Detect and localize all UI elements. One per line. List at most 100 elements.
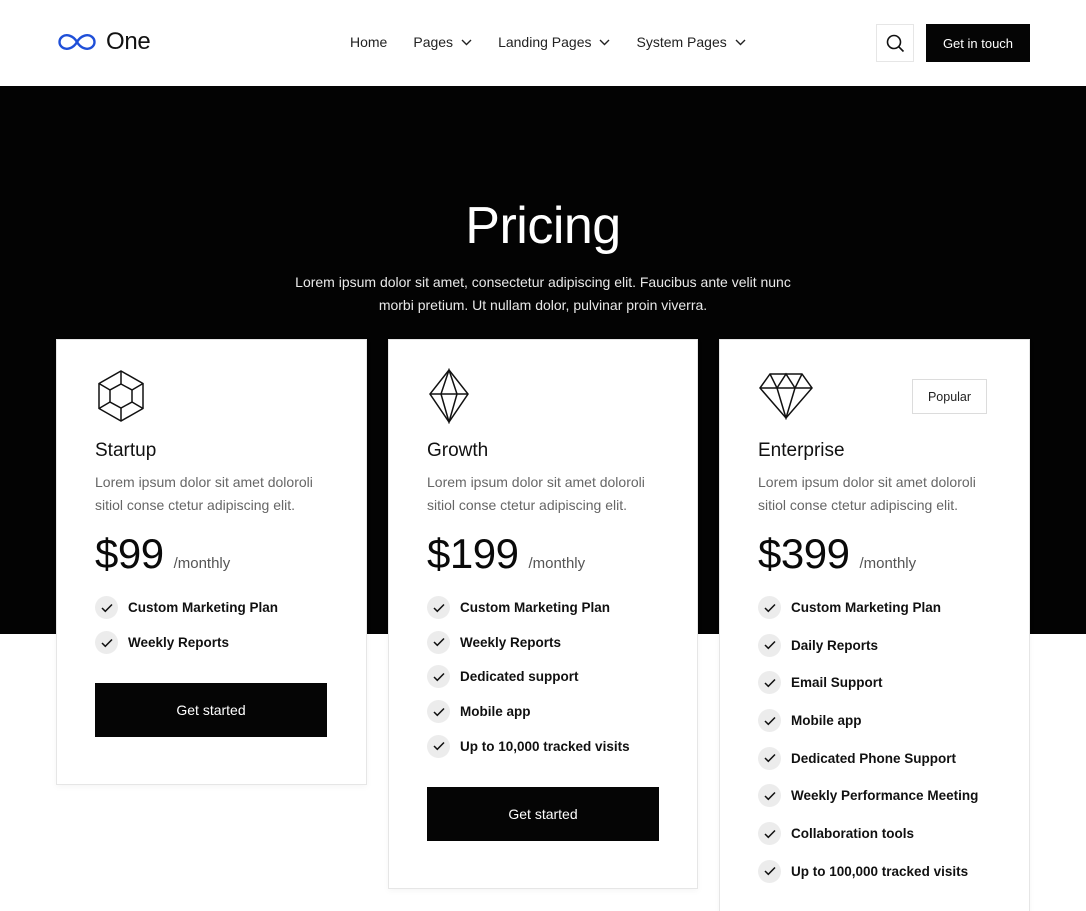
plan-description: Lorem ipsum dolor sit amet doloroli siti… (427, 471, 667, 517)
feature-label: Email Support (791, 675, 883, 691)
plan-description: Lorem ipsum dolor sit amet doloroli siti… (95, 471, 335, 517)
plan-description-line: Lorem ipsum dolor sit amet doloroli (427, 474, 645, 490)
plan-name: Startup (95, 440, 157, 461)
logo[interactable]: One (56, 28, 151, 56)
nav-item-label: Home (350, 34, 388, 50)
feature-item: Mobile app (758, 709, 978, 733)
crystal-icon (427, 367, 475, 429)
plan-description-line: Lorem ipsum dolor sit amet doloroli (758, 474, 976, 490)
feature-list: Custom Marketing Plan Daily Reports Emai… (758, 596, 978, 883)
main-nav: Home Pages Landing Pages System Pages (350, 34, 772, 50)
check-icon (758, 784, 781, 808)
price-row: $99 /monthly (95, 530, 230, 578)
feature-item: Dedicated support (427, 665, 630, 689)
nav-item-label: System Pages (636, 34, 727, 50)
diamond-icon (758, 372, 814, 425)
get-started-button[interactable]: Get started (95, 683, 327, 737)
feature-item: Custom Marketing Plan (427, 596, 630, 619)
nav-item-home[interactable]: Home (350, 34, 387, 50)
chevron-down-icon (599, 39, 610, 45)
pricing-card-enterprise: Popular Enterprise Lorem ipsum dolor sit… (719, 339, 1030, 911)
hero-subtitle-line: morbi pretium. Ut nullam dolor, pulvinar… (378, 296, 708, 313)
check-icon (758, 709, 781, 733)
infinity-logo-icon (58, 34, 96, 50)
plan-period: /monthly (173, 555, 231, 572)
feature-list: Custom Marketing Plan Weekly Reports Ded… (427, 596, 630, 758)
nav-item-system-pages[interactable]: System Pages (636, 34, 746, 50)
feature-item: Up to 10,000 tracked visits (427, 734, 630, 758)
plan-period: /monthly (528, 555, 586, 572)
search-icon (886, 34, 904, 52)
feature-item: Dedicated Phone Support (758, 746, 978, 770)
feature-label: Custom Marketing Plan (128, 600, 279, 615)
nav-item-pages[interactable]: Pages (413, 34, 472, 50)
hero-subtitle-line: Lorem ipsum dolor sit amet, consectetur … (295, 274, 791, 290)
nav-item-label: Pages (413, 34, 454, 50)
price-row: $399 /monthly (758, 530, 916, 578)
feature-item: Collaboration tools (758, 822, 978, 846)
plan-price: $399 (758, 530, 850, 577)
feature-list: Custom Marketing Plan Weekly Reports (95, 596, 278, 654)
plan-description: Lorem ipsum dolor sit amet doloroli siti… (758, 471, 998, 517)
plan-period: /monthly (859, 555, 917, 572)
feature-label: Collaboration tools (791, 826, 914, 842)
check-icon (427, 700, 450, 724)
feature-label: Weekly Reports (460, 634, 562, 650)
plan-description-line: sitiol conse ctetur adipiscing elit. (427, 497, 627, 513)
feature-label: Up to 100,000 tracked visits (791, 863, 969, 879)
feature-label: Mobile app (791, 713, 862, 729)
check-icon (758, 633, 781, 657)
check-icon (758, 859, 781, 883)
feature-item: Mobile app (427, 700, 630, 724)
search-button[interactable] (876, 24, 914, 62)
feature-label: Daily Reports (791, 637, 879, 653)
pricing-card-growth: Growth Lorem ipsum dolor sit amet doloro… (388, 339, 698, 889)
feature-label: Up to 10,000 tracked visits (460, 738, 630, 754)
chevron-down-icon (735, 39, 746, 45)
check-icon (758, 746, 781, 770)
feature-label: Dedicated support (460, 669, 579, 685)
plan-description-line: Lorem ipsum dolor sit amet doloroli (95, 474, 313, 490)
feature-label: Dedicated Phone Support (791, 750, 957, 766)
chevron-down-icon (461, 39, 472, 45)
plan-description-line: sitiol conse ctetur adipiscing elit. (95, 497, 295, 513)
feature-label: Custom Marketing Plan (791, 600, 942, 615)
nav-item-landing-pages[interactable]: Landing Pages (498, 34, 610, 50)
check-icon (758, 822, 781, 846)
hexagon-gem-icon (95, 368, 147, 429)
page-title: Pricing (465, 197, 621, 255)
feature-item: Weekly Reports (427, 630, 630, 654)
check-icon (427, 596, 450, 619)
nav-item-label: Landing Pages (498, 34, 592, 50)
check-icon (758, 671, 781, 695)
check-icon (427, 665, 450, 689)
plan-name: Enterprise (758, 440, 845, 461)
plan-price: $199 (427, 530, 519, 577)
feature-item: Custom Marketing Plan (95, 596, 278, 619)
plan-price: $99 (95, 530, 164, 577)
feature-item: Weekly Reports (95, 631, 278, 654)
feature-label: Custom Marketing Plan (460, 600, 611, 615)
check-icon (427, 630, 450, 654)
popular-badge: Popular (912, 379, 987, 414)
get-in-touch-button[interactable]: Get in touch (926, 24, 1030, 62)
check-icon (758, 596, 781, 619)
plan-description-line: sitiol conse ctetur adipiscing elit. (758, 497, 958, 513)
feature-label: Weekly Performance Meeting (791, 788, 979, 804)
check-icon (427, 734, 450, 758)
hero-subtitle: Lorem ipsum dolor sit amet, consectetur … (293, 271, 793, 316)
logo-text: One (106, 28, 151, 55)
plan-name: Growth (427, 440, 489, 461)
feature-item: Custom Marketing Plan (758, 596, 978, 619)
feature-item: Daily Reports (758, 633, 978, 657)
feature-item: Email Support (758, 671, 978, 695)
feature-item: Weekly Performance Meeting (758, 784, 979, 808)
check-icon (95, 631, 118, 654)
feature-item: Up to 100,000 tracked visits (758, 859, 978, 883)
pricing-card-startup: Startup Lorem ipsum dolor sit amet dolor… (56, 339, 367, 785)
price-row: $199 /monthly (427, 530, 585, 578)
get-started-button[interactable]: Get started (427, 787, 659, 841)
check-icon (95, 596, 118, 619)
site-header: One Home Pages Landing Pages System Page… (0, 0, 1086, 86)
feature-label: Mobile app (460, 704, 531, 720)
